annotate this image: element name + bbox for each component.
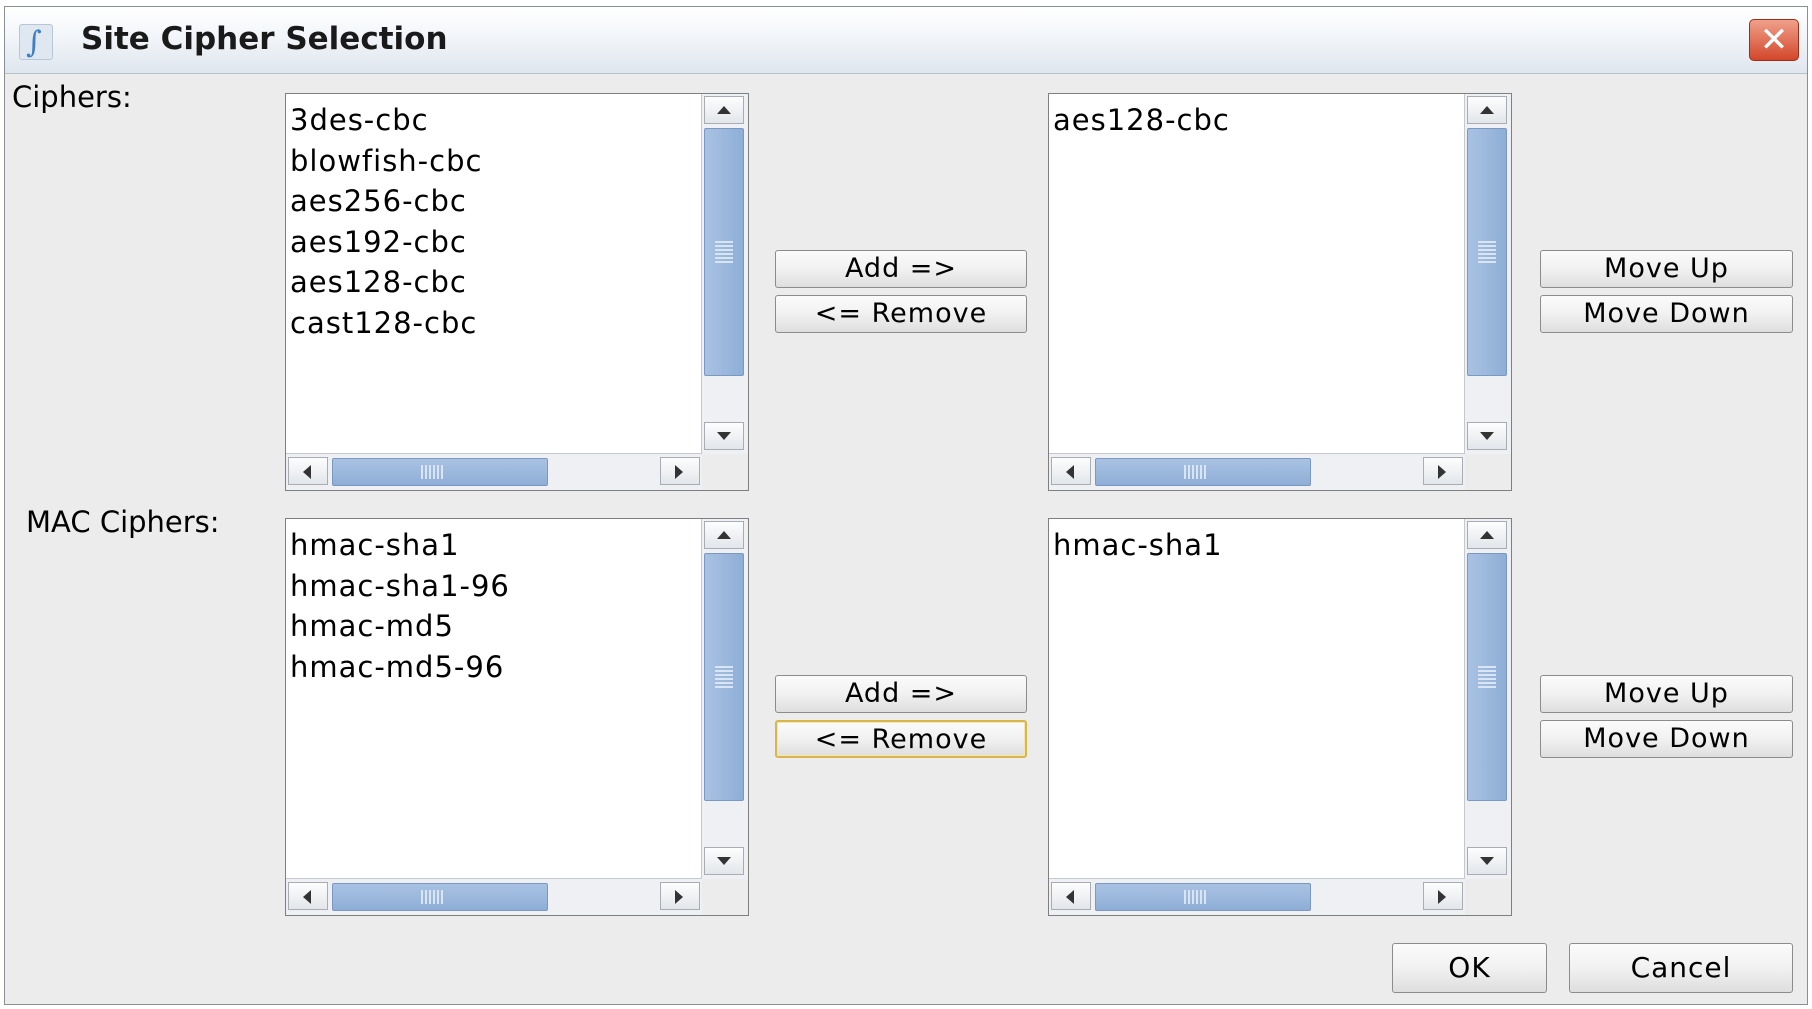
selected-mac-ciphers-list[interactable]: hmac-sha1: [1048, 518, 1512, 916]
site-cipher-selection-dialog: ∫ Site Cipher Selection ✕ Ciphers: 3des-…: [4, 6, 1808, 1005]
list-items: aes128-cbc: [1053, 100, 1463, 141]
horizontal-scrollbar[interactable]: [1049, 453, 1465, 490]
scroll-right-button[interactable]: [1423, 882, 1463, 910]
arrow-left-icon: [303, 890, 311, 904]
arrow-up-icon: [717, 531, 731, 539]
arrow-up-icon: [717, 106, 731, 114]
scroll-down-button[interactable]: [704, 847, 744, 875]
scroll-left-button[interactable]: [1051, 882, 1091, 910]
list-items: 3des-cbc blowfish-cbc aes256-cbc aes192-cbc…: [290, 100, 700, 343]
vertical-scroll-thumb[interactable]: [1467, 553, 1507, 801]
scroll-left-button[interactable]: [288, 882, 328, 910]
scroll-corner: [702, 454, 748, 490]
list-items: hmac-sha1: [1053, 525, 1463, 566]
list-item[interactable]: hmac-sha1-96: [290, 566, 700, 607]
arrow-up-icon: [1480, 106, 1494, 114]
scroll-right-button[interactable]: [660, 457, 700, 485]
scroll-left-button[interactable]: [1051, 457, 1091, 485]
scroll-corner: [1465, 454, 1511, 490]
vertical-scrollbar[interactable]: [701, 519, 748, 879]
scroll-up-button[interactable]: [1467, 96, 1507, 124]
list-item[interactable]: hmac-md5-96: [290, 647, 700, 688]
list-item[interactable]: hmac-sha1: [290, 525, 700, 566]
arrow-left-icon: [303, 465, 311, 479]
list-item[interactable]: aes192-cbc: [290, 222, 700, 263]
arrow-right-icon: [1438, 465, 1446, 479]
close-button[interactable]: ✕: [1749, 19, 1799, 61]
list-item[interactable]: aes256-cbc: [290, 181, 700, 222]
remove-cipher-button[interactable]: <= Remove: [775, 295, 1027, 333]
list-item[interactable]: hmac-sha1: [1053, 525, 1463, 566]
horizontal-scrollbar[interactable]: [286, 878, 702, 915]
scroll-up-button[interactable]: [1467, 521, 1507, 549]
scroll-up-button[interactable]: [704, 96, 744, 124]
scroll-down-button[interactable]: [1467, 422, 1507, 450]
ciphers-label: Ciphers:: [12, 80, 132, 114]
arrow-up-icon: [1480, 531, 1494, 539]
horizontal-scroll-thumb[interactable]: [1095, 883, 1311, 911]
vertical-scroll-thumb[interactable]: [704, 128, 744, 376]
list-item[interactable]: hmac-md5: [290, 606, 700, 647]
list-item[interactable]: cast128-cbc: [290, 303, 700, 344]
add-mac-cipher-button[interactable]: Add =>: [775, 675, 1027, 713]
available-ciphers-list[interactable]: 3des-cbc blowfish-cbc aes256-cbc aes192-cbc…: [285, 93, 749, 491]
move-down-cipher-button[interactable]: Move Down: [1540, 295, 1793, 333]
add-cipher-button[interactable]: Add =>: [775, 250, 1027, 288]
horizontal-scroll-thumb[interactable]: [332, 458, 548, 486]
mac-ciphers-label: MAC Ciphers:: [26, 505, 220, 539]
horizontal-scrollbar[interactable]: [286, 453, 702, 490]
cancel-button[interactable]: Cancel: [1569, 943, 1793, 993]
arrow-right-icon: [675, 465, 683, 479]
arrow-right-icon: [675, 890, 683, 904]
vertical-scroll-thumb[interactable]: [704, 553, 744, 801]
vertical-scroll-thumb[interactable]: [1467, 128, 1507, 376]
scroll-right-button[interactable]: [1423, 457, 1463, 485]
list-item[interactable]: 3des-cbc: [290, 100, 700, 141]
scroll-right-button[interactable]: [660, 882, 700, 910]
move-up-cipher-button[interactable]: Move Up: [1540, 250, 1793, 288]
vertical-scrollbar[interactable]: [1464, 519, 1511, 879]
list-items: hmac-sha1 hmac-sha1-96 hmac-md5 hmac-md5-96: [290, 525, 700, 687]
arrow-left-icon: [1066, 465, 1074, 479]
arrow-left-icon: [1066, 890, 1074, 904]
title-bar[interactable]: ∫ Site Cipher Selection ✕: [5, 7, 1807, 74]
ok-button[interactable]: OK: [1392, 943, 1547, 993]
list-item[interactable]: aes128-cbc: [290, 262, 700, 303]
vertical-scrollbar[interactable]: [1464, 94, 1511, 454]
scroll-corner: [1465, 879, 1511, 915]
arrow-down-icon: [1480, 857, 1494, 865]
available-mac-ciphers-list[interactable]: hmac-sha1 hmac-sha1-96 hmac-md5 hmac-md5-96: [285, 518, 749, 916]
app-icon: ∫: [19, 24, 53, 60]
scroll-down-button[interactable]: [1467, 847, 1507, 875]
horizontal-scrollbar[interactable]: [1049, 878, 1465, 915]
list-item[interactable]: blowfish-cbc: [290, 141, 700, 182]
arrow-down-icon: [717, 857, 731, 865]
scroll-down-button[interactable]: [704, 422, 744, 450]
dialog-title: Site Cipher Selection: [81, 21, 448, 57]
arrow-right-icon: [1438, 890, 1446, 904]
horizontal-scroll-thumb[interactable]: [1095, 458, 1311, 486]
horizontal-scroll-thumb[interactable]: [332, 883, 548, 911]
list-item[interactable]: aes128-cbc: [1053, 100, 1463, 141]
vertical-scrollbar[interactable]: [701, 94, 748, 454]
move-down-mac-cipher-button[interactable]: Move Down: [1540, 720, 1793, 758]
selected-ciphers-list[interactable]: aes128-cbc: [1048, 93, 1512, 491]
arrow-down-icon: [1480, 432, 1494, 440]
scroll-corner: [702, 879, 748, 915]
scroll-left-button[interactable]: [288, 457, 328, 485]
arrow-down-icon: [717, 432, 731, 440]
remove-mac-cipher-button[interactable]: <= Remove: [775, 720, 1027, 758]
scroll-up-button[interactable]: [704, 521, 744, 549]
close-icon: ✕: [1759, 20, 1789, 60]
move-up-mac-cipher-button[interactable]: Move Up: [1540, 675, 1793, 713]
